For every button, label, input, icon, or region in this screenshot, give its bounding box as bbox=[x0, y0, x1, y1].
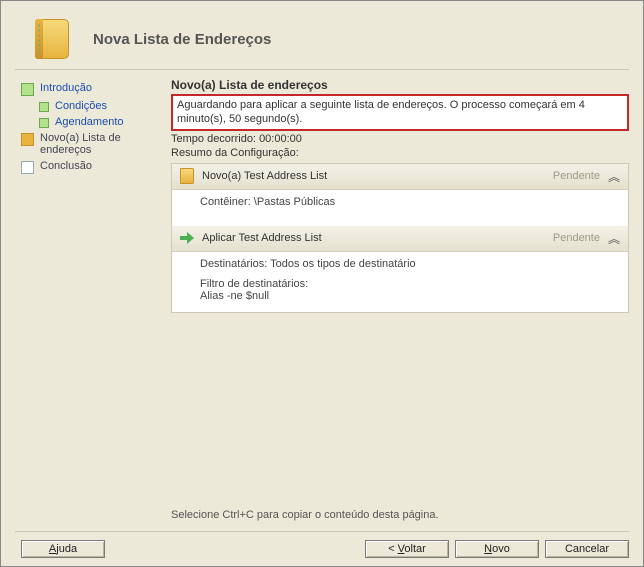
recipients-row: Destinatários: Todos os tipos de destina… bbox=[200, 258, 620, 270]
waiting-alert: Aguardando para aplicar a seguinte lista… bbox=[171, 94, 629, 131]
wizard-header: Nova Lista de Endereços bbox=[15, 13, 629, 70]
step-done-icon bbox=[21, 83, 34, 96]
cancel-button[interactable]: Cancelar bbox=[545, 540, 629, 558]
chevron-up-icon: ︽ bbox=[608, 168, 620, 185]
group-body-apply-list: Destinatários: Todos os tipos de destina… bbox=[172, 252, 628, 312]
step-done-icon bbox=[39, 118, 49, 128]
step-link[interactable]: Condições bbox=[55, 100, 107, 112]
address-book-icon bbox=[33, 19, 73, 59]
step-current-icon bbox=[21, 133, 34, 146]
elapsed-time: Tempo decorrido: 00:00:00 bbox=[171, 133, 629, 145]
help-button[interactable]: Ajuda bbox=[21, 540, 105, 558]
group-status: Pendente bbox=[553, 170, 600, 182]
step-label: Conclusão bbox=[40, 160, 92, 172]
group-title: Aplicar Test Address List bbox=[202, 232, 545, 244]
step-agendamento[interactable]: Agendamento bbox=[15, 114, 161, 130]
step-condicoes[interactable]: Condições bbox=[15, 98, 161, 114]
step-conclusao: Conclusão bbox=[15, 158, 161, 176]
config-summary-panel: Novo(a) Test Address List Pendente ︽ Con… bbox=[171, 163, 629, 313]
wizard-title: Nova Lista de Endereços bbox=[93, 31, 271, 48]
group-status: Pendente bbox=[553, 232, 600, 244]
group-body-new-list: Contêiner: \Pastas Públicas bbox=[172, 190, 628, 226]
back-button[interactable]: < Voltar bbox=[365, 540, 449, 558]
step-done-icon bbox=[39, 102, 49, 112]
wizard-footer: Ajuda < Voltar Novo Cancelar bbox=[15, 531, 629, 558]
wizard-dialog: Nova Lista de Endereços Introdução Condi… bbox=[1, 1, 643, 566]
filter-label: Filtro de destinatários: bbox=[200, 278, 620, 290]
step-link[interactable]: Introdução bbox=[40, 82, 92, 94]
step-pending-icon bbox=[21, 161, 34, 174]
address-book-icon bbox=[180, 168, 194, 184]
group-header-apply-list[interactable]: Aplicar Test Address List Pendente ︽ bbox=[172, 226, 628, 252]
step-introducao[interactable]: Introdução bbox=[15, 80, 161, 98]
next-button[interactable]: Novo bbox=[455, 540, 539, 558]
group-title: Novo(a) Test Address List bbox=[202, 170, 545, 182]
step-link[interactable]: Agendamento bbox=[55, 116, 124, 128]
step-label: Novo(a) Lista de endereços bbox=[40, 132, 161, 156]
apply-arrow-icon bbox=[180, 231, 194, 245]
filter-value: Alias -ne $null bbox=[200, 290, 620, 302]
container-row: Contêiner: \Pastas Públicas bbox=[200, 196, 620, 208]
wizard-steps-sidebar: Introdução Condições Agendamento Novo(a)… bbox=[15, 70, 165, 531]
chevron-up-icon: ︽ bbox=[608, 230, 620, 247]
group-header-new-list[interactable]: Novo(a) Test Address List Pendente ︽ bbox=[172, 164, 628, 190]
wizard-main: Novo(a) Lista de endereços Aguardando pa… bbox=[165, 70, 629, 531]
page-title: Novo(a) Lista de endereços bbox=[171, 78, 629, 92]
summary-label: Resumo da Configuração: bbox=[171, 147, 629, 159]
step-nova-lista: Novo(a) Lista de endereços bbox=[15, 130, 161, 158]
copy-hint: Selecione Ctrl+C para copiar o conteúdo … bbox=[171, 501, 629, 531]
